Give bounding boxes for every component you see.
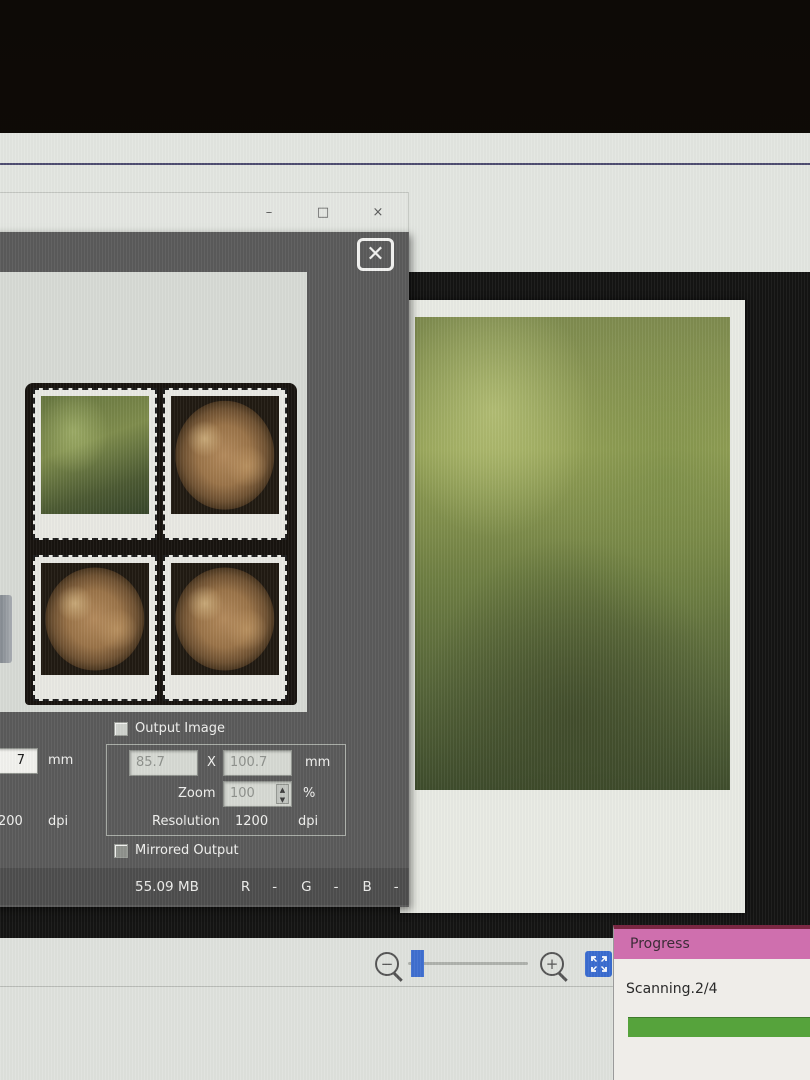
zoom-value: 100 xyxy=(230,786,255,801)
spinner-down-icon[interactable]: ▼ xyxy=(277,795,288,805)
film-holder-tray xyxy=(25,383,297,705)
zoom-slider-handle[interactable] xyxy=(411,950,424,977)
window-close-button[interactable]: × xyxy=(365,203,391,223)
zoom-value-field[interactable]: 100 ▲▼ xyxy=(223,781,292,807)
scanning-status-text: Scanning.2/4 xyxy=(626,981,718,997)
maximize-button[interactable]: □ xyxy=(310,203,336,223)
resolution-label: Resolution xyxy=(152,814,220,829)
scan-bed-panel xyxy=(0,272,307,712)
channel-r-value: - xyxy=(272,879,277,895)
left-resolution-unit-label: dpi xyxy=(48,814,68,829)
dialog-close-button[interactable]: ✕ xyxy=(357,238,394,271)
output-height-field[interactable]: 100.7 xyxy=(223,750,292,776)
scan-progress-bar xyxy=(628,1017,810,1037)
zoom-spinner[interactable]: ▲▼ xyxy=(276,784,289,804)
zoom-label: Zoom xyxy=(178,786,215,801)
zoom-in-button[interactable]: + xyxy=(540,952,564,976)
progress-window: Progress Scanning.2/4 xyxy=(613,925,810,1080)
zoom-in-icon-handle xyxy=(558,972,568,982)
left-width-unit-label: mm xyxy=(48,753,73,768)
left-width-field[interactable]: 7 xyxy=(0,748,38,774)
scanner-edge-part xyxy=(0,595,12,663)
scan-thumbnail-1[interactable] xyxy=(33,388,157,540)
zoom-out-icon: − xyxy=(377,954,397,974)
dialog-status-bar: 55.09 MB R - G - B - xyxy=(0,868,409,905)
scan-thumbnail-2[interactable] xyxy=(163,388,287,540)
thumbnail-photo-placeholder xyxy=(171,396,279,514)
fit-to-screen-button[interactable] xyxy=(585,951,612,977)
dialog-titlebar[interactable]: – □ × xyxy=(0,192,409,232)
large-photo-placeholder xyxy=(415,317,730,790)
thumbnail-photo-placeholder xyxy=(171,563,279,675)
spinner-up-icon[interactable]: ▲ xyxy=(277,785,288,795)
channel-r-label: R xyxy=(241,879,250,895)
resolution-value: 1200 xyxy=(235,814,268,829)
scan-thumbnail-3[interactable] xyxy=(33,555,157,701)
output-image-checkbox[interactable] xyxy=(114,722,128,736)
file-size-value: 55.09 MB xyxy=(135,879,199,895)
zoom-unit-label: % xyxy=(303,786,315,801)
monitor-photo-background: − + xyxy=(0,0,810,1080)
channel-b-label: B xyxy=(362,879,371,895)
zoom-in-icon: + xyxy=(542,954,562,974)
thumbnail-photo-placeholder xyxy=(41,563,149,675)
thumbnail-photo-placeholder xyxy=(41,396,149,514)
minimize-button[interactable]: – xyxy=(256,203,282,223)
scan-settings-dialog: – □ × ✕ Output Im xyxy=(0,192,409,907)
size-separator-label: X xyxy=(207,755,216,770)
size-unit-label: mm xyxy=(305,755,330,770)
left-resolution-value: 200 xyxy=(0,814,23,829)
expand-arrows-icon xyxy=(590,955,608,973)
progress-window-titlebar: Progress xyxy=(614,929,810,959)
zoom-slider-track[interactable] xyxy=(408,962,528,965)
mirrored-output-label: Mirrored Output xyxy=(135,843,239,858)
output-width-field[interactable]: 85.7 xyxy=(129,750,198,776)
resolution-unit-label: dpi xyxy=(298,814,318,829)
dialog-body: ✕ Output Image 85.7 xyxy=(0,232,409,907)
channel-g-value: - xyxy=(334,879,339,895)
window-top-accent-line xyxy=(0,163,810,165)
channel-g-label: G xyxy=(301,879,311,895)
zoom-out-button[interactable]: − xyxy=(375,952,399,976)
large-polaroid-preview xyxy=(400,300,745,913)
monitor-screen: − + xyxy=(0,133,810,1080)
mirrored-output-checkbox[interactable] xyxy=(114,844,128,858)
scan-thumbnail-4[interactable] xyxy=(163,555,287,701)
output-image-label: Output Image xyxy=(135,721,225,736)
zoom-out-icon-handle xyxy=(393,972,403,982)
channel-b-value: - xyxy=(394,879,399,895)
